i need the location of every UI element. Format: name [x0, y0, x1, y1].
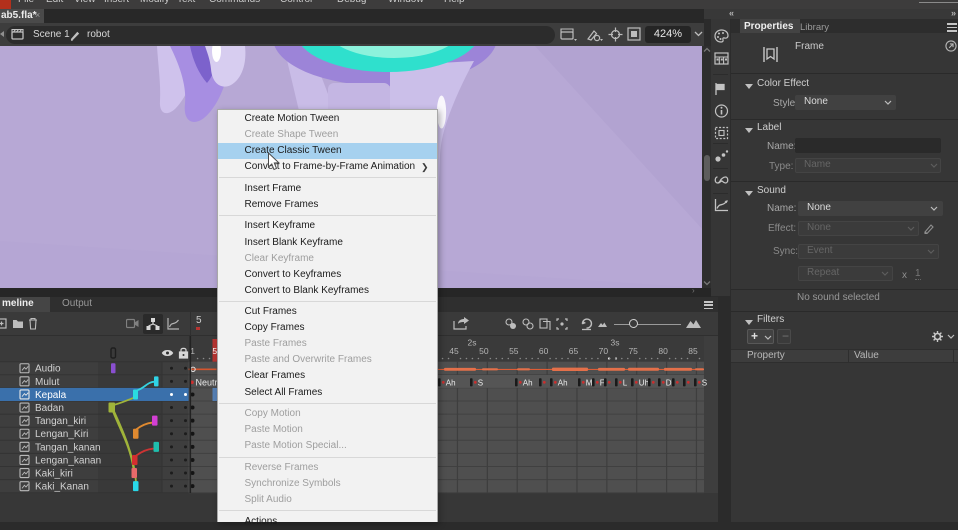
svg-text:D: D [666, 378, 672, 387]
svg-text:Mulut: Mulut [35, 377, 60, 388]
svg-text:L: L [623, 378, 628, 387]
svg-text:50: 50 [479, 346, 489, 356]
svg-text:Kaki_Kanan: Kaki_Kanan [35, 482, 89, 493]
svg-text:85: 85 [688, 346, 698, 356]
svg-text:Badan: Badan [35, 403, 64, 414]
svg-text:70: 70 [599, 346, 609, 356]
svg-text:Ah: Ah [446, 378, 456, 387]
svg-text:Tangan_kiri: Tangan_kiri [35, 416, 86, 427]
svg-text:75: 75 [628, 346, 638, 356]
svg-text:Kaki_kiri: Kaki_kiri [35, 468, 73, 479]
svg-text:Kepala: Kepala [35, 390, 67, 401]
svg-text:Tangan_kanan: Tangan_kanan [35, 442, 101, 453]
svg-text:60: 60 [539, 346, 549, 356]
svg-text:Uh: Uh [639, 378, 649, 387]
svg-text:Ah: Ah [558, 378, 568, 387]
svg-text:55: 55 [509, 346, 519, 356]
svg-text:M: M [586, 378, 593, 387]
svg-text:Audio: Audio [35, 364, 61, 375]
svg-text:2s: 2s [468, 338, 477, 348]
svg-text:Ah: Ah [523, 378, 533, 387]
svg-text:80: 80 [658, 346, 668, 356]
svg-text:Lengan_Kiri: Lengan_Kiri [35, 429, 88, 440]
svg-text:S: S [478, 378, 483, 387]
svg-text:3s: 3s [611, 338, 620, 348]
svg-text:45: 45 [449, 346, 459, 356]
svg-text:S: S [702, 378, 707, 387]
svg-text:Lengan_kanan: Lengan_kanan [35, 455, 101, 466]
svg-text:65: 65 [569, 346, 579, 356]
